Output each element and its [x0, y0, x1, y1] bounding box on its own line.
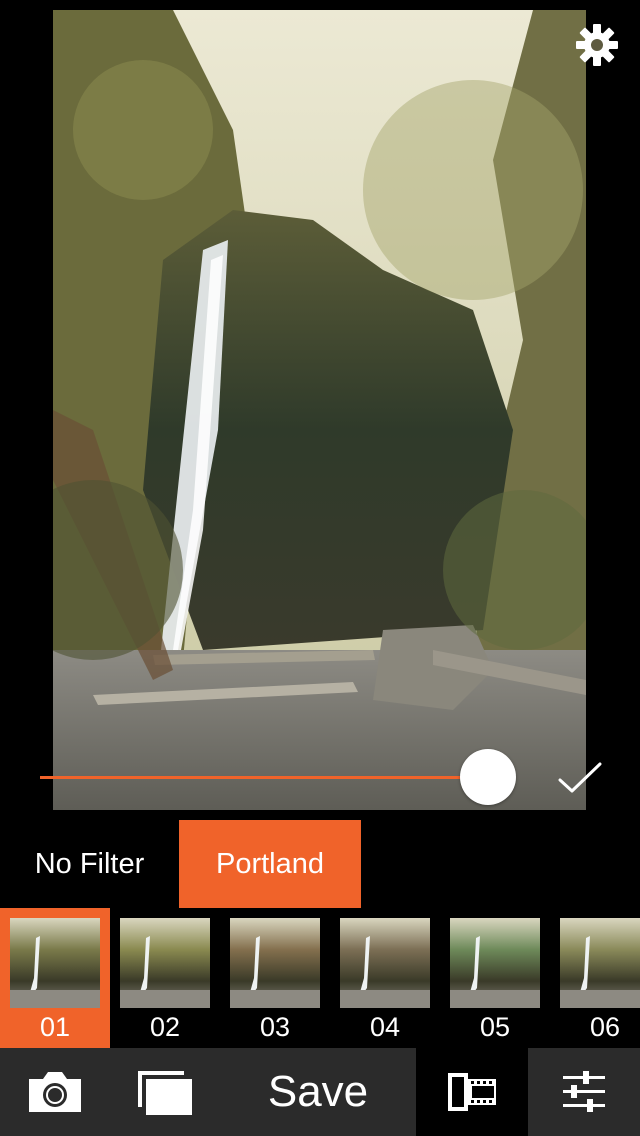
thumbnail-image — [450, 918, 540, 1008]
camera-button[interactable] — [0, 1048, 110, 1136]
film-roll-icon — [448, 1073, 496, 1111]
filter-thumbnail[interactable]: 01 — [0, 908, 110, 1048]
thumbnail-label: 01 — [39, 1012, 71, 1042]
thumbnail-waterfall-graphic — [340, 936, 430, 1008]
thumbnail-waterfall-graphic — [120, 936, 210, 1008]
slider-thumb[interactable] — [460, 749, 516, 805]
filter-category-bar: No Filter Portland — [0, 820, 640, 908]
thumbnail-image — [120, 918, 210, 1008]
thumbnail-label: 05 — [479, 1012, 511, 1042]
gear-icon — [576, 24, 618, 66]
filter-thumbnail-strip[interactable]: 01 02 03 04 05 06 — [0, 908, 640, 1048]
thumbnail-label: 04 — [369, 1012, 401, 1042]
sliders-icon — [563, 1071, 605, 1112]
thumbnail-label: 03 — [259, 1012, 291, 1042]
photo-library-button[interactable] — [110, 1048, 220, 1136]
intensity-slider[interactable] — [40, 749, 600, 805]
thumbnail-waterfall-graphic — [560, 936, 640, 1008]
thumbnail-waterfall-graphic — [10, 936, 100, 1008]
filter-category-no-filter[interactable]: No Filter — [0, 820, 179, 908]
filter-category-portland[interactable]: Portland — [179, 820, 361, 908]
filter-thumbnail[interactable]: 02 — [110, 908, 220, 1048]
settings-button[interactable] — [574, 22, 620, 68]
save-button[interactable]: Save — [220, 1048, 416, 1136]
filter-thumbnail[interactable]: 06 — [550, 908, 640, 1048]
thumbnail-image — [10, 918, 100, 1008]
confirm-button[interactable] — [554, 758, 604, 798]
thumbnail-label: 02 — [149, 1012, 181, 1042]
checkmark-icon — [558, 762, 602, 793]
bottom-toolbar: Save — [0, 1048, 640, 1136]
thumbnail-image — [340, 918, 430, 1008]
adjust-tools-button[interactable] — [528, 1048, 640, 1136]
editor-screen: No Filter Portland 01 02 03 04 05 06 Sav… — [0, 0, 640, 1136]
stacked-photos-icon — [138, 1071, 192, 1115]
slider-track-filled — [40, 776, 488, 779]
thumbnail-image — [560, 918, 640, 1008]
filter-thumbnail[interactable]: 05 — [440, 908, 550, 1048]
waterfall-image — [53, 10, 586, 810]
film-filters-button[interactable] — [416, 1048, 528, 1136]
filter-thumbnail[interactable]: 04 — [330, 908, 440, 1048]
photo-preview — [53, 10, 586, 810]
thumbnail-waterfall-graphic — [230, 936, 320, 1008]
filter-thumbnail[interactable]: 03 — [220, 908, 330, 1048]
thumbnail-image — [230, 918, 320, 1008]
thumbnail-waterfall-graphic — [450, 936, 540, 1008]
thumbnail-label: 06 — [589, 1012, 621, 1042]
camera-icon — [29, 1072, 81, 1112]
